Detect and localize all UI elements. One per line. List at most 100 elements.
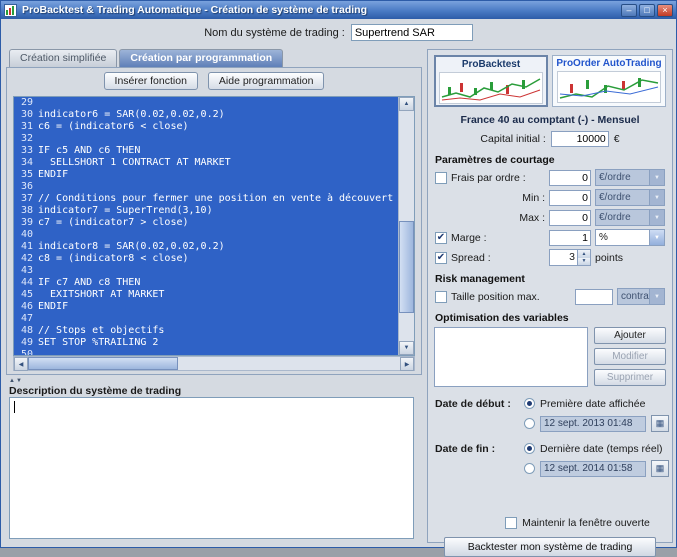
fees-max-input[interactable]	[549, 210, 591, 226]
splitter-arrows-icon[interactable]: ▲▼	[6, 378, 23, 384]
fees-input[interactable]	[549, 170, 591, 186]
panel-splitter[interactable]: ▲▼	[6, 377, 422, 385]
line-text: SELLSHORT 1 CONTRACT AT MARKET	[38, 157, 231, 169]
line-number: 49	[14, 337, 38, 349]
maximize-button[interactable]: □	[639, 4, 655, 17]
optimisation-section-title: Optimisation des variables	[435, 312, 666, 324]
keep-open-row: Maintenir la fenêtre ouverte	[434, 517, 666, 529]
line-text: // Stops et objectifs	[38, 325, 164, 337]
edit-variable-button[interactable]: Modifier	[594, 348, 666, 365]
spinner-up-icon[interactable]: ▲	[578, 250, 590, 258]
code-line: 30 indicator6 = SAR(0.02,0.02,0.2)	[14, 109, 398, 121]
add-variable-button[interactable]: Ajouter	[594, 327, 666, 344]
fees-min-input[interactable]	[549, 190, 591, 206]
insert-function-button[interactable]: Insérer fonction	[104, 72, 198, 90]
end-date-block: Date de fin : Dernière date (temps réel)…	[434, 440, 666, 477]
line-number: 35	[14, 169, 38, 181]
programming-help-button[interactable]: Aide programmation	[208, 72, 325, 90]
backtest-button[interactable]: Backtester mon système de trading	[444, 537, 656, 557]
line-number: 50	[14, 349, 38, 355]
line-number: 39	[14, 217, 38, 229]
product-switch: ProBacktest ProOrder AutoTrading	[434, 55, 666, 107]
chevron-down-icon: ▼	[649, 170, 664, 185]
scroll-down-icon[interactable]: ▼	[399, 341, 414, 355]
code-lines[interactable]: 29 30 indicator6 = SAR(0.02,0.02,0.2) 31…	[14, 97, 398, 355]
code-line: 43	[14, 265, 398, 277]
window-title: ProBacktest & Trading Automatique - Créa…	[22, 4, 619, 16]
start-date-field[interactable]: 12 sept. 2013 01:48	[540, 416, 646, 432]
scroll-right-icon[interactable]: ▶	[400, 357, 414, 371]
margin-unit-dropdown[interactable]: % ▼	[595, 229, 665, 246]
start-date-label: Date de début :	[435, 398, 519, 410]
fees-unit-dropdown[interactable]: €/ordre ▼	[595, 169, 665, 186]
editor-toolbar: Insérer fonction Aide programmation	[7, 68, 421, 90]
delete-variable-button[interactable]: Supprimer	[594, 369, 666, 386]
calendar-icon[interactable]: ▦	[651, 460, 669, 477]
fees-min-unit-dropdown[interactable]: €/ordre ▼	[595, 189, 665, 206]
capital-input[interactable]	[551, 131, 609, 147]
tab-creation-programmation[interactable]: Création par programmation	[119, 49, 283, 67]
code-line: 33 IF c5 AND c6 THEN	[14, 145, 398, 157]
end-last-date-option: Dernière date (temps réel)	[540, 443, 663, 455]
line-number: 31	[14, 121, 38, 133]
title-bar[interactable]: ProBacktest & Trading Automatique - Créa…	[1, 1, 676, 19]
code-line: 41 indicator8 = SAR(0.02,0.02,0.2)	[14, 241, 398, 253]
spread-checkbox[interactable]: ✔	[435, 252, 447, 264]
scroll-left-icon[interactable]: ◀	[14, 357, 28, 371]
calendar-icon[interactable]: ▦	[651, 415, 669, 432]
keep-open-label: Maintenir la fenêtre ouverte	[522, 517, 650, 529]
line-text: // Conditions pour fermer une position e…	[38, 193, 393, 205]
vertical-scroll-thumb[interactable]	[399, 221, 414, 313]
probacktest-chart-icon	[439, 72, 543, 104]
code-line: 40	[14, 229, 398, 241]
fees-max-unit-dropdown[interactable]: €/ordre ▼	[595, 209, 665, 226]
line-number: 42	[14, 253, 38, 265]
line-number: 36	[14, 181, 38, 193]
keep-open-checkbox[interactable]	[505, 517, 517, 529]
start-first-date-radio[interactable]	[524, 398, 535, 409]
spread-spinner[interactable]: 3 ▲ ▼	[549, 249, 591, 266]
margin-checkbox[interactable]: ✔	[435, 232, 447, 244]
fees-checkbox[interactable]	[435, 172, 447, 184]
line-number: 37	[14, 193, 38, 205]
fees-min-label: Min :	[522, 192, 545, 204]
proorder-autotrading-button[interactable]: ProOrder AutoTrading	[552, 55, 666, 107]
horizontal-scroll-thumb[interactable]	[28, 357, 178, 370]
start-custom-date-radio[interactable]	[524, 418, 535, 429]
line-number: 29	[14, 97, 38, 109]
code-line: 50	[14, 349, 398, 355]
close-button[interactable]: ×	[657, 4, 673, 17]
spread-label: Spread :	[451, 252, 491, 264]
code-line: 48 // Stops et objectifs	[14, 325, 398, 337]
line-text: indicator7 = SuperTrend(3,10)	[38, 205, 213, 217]
vertical-scrollbar[interactable]: ▲ ▼	[398, 97, 414, 355]
spinner-down-icon[interactable]: ▼	[578, 258, 590, 266]
spread-unit-label: points	[595, 252, 665, 264]
scroll-up-icon[interactable]: ▲	[399, 97, 414, 111]
tab-creation-simplifiee[interactable]: Création simplifiée	[9, 49, 117, 67]
code-line: 35 ENDIF	[14, 169, 398, 181]
fees-min-row: Min : €/ordre ▼	[435, 189, 665, 206]
creation-tabs: Création simplifiée Création par program…	[9, 49, 283, 67]
line-number: 40	[14, 229, 38, 241]
position-size-input[interactable]	[575, 289, 613, 305]
end-last-date-radio[interactable]	[524, 443, 535, 454]
line-number: 43	[14, 265, 38, 277]
horizontal-scrollbar[interactable]: ◀ ▶	[13, 356, 415, 371]
system-name-input[interactable]	[351, 24, 473, 41]
position-size-unit-dropdown[interactable]: contrats ▼	[617, 288, 665, 305]
position-size-checkbox[interactable]	[435, 291, 447, 303]
capital-currency: €	[614, 133, 620, 145]
description-textarea[interactable]	[9, 397, 414, 539]
probacktest-button[interactable]: ProBacktest	[434, 55, 548, 107]
end-date-label: Date de fin :	[435, 443, 519, 455]
margin-input[interactable]	[549, 230, 591, 246]
minimize-button[interactable]: –	[621, 4, 637, 17]
code-editor[interactable]: 29 30 indicator6 = SAR(0.02,0.02,0.2) 31…	[13, 96, 415, 356]
line-text: ENDIF	[38, 301, 68, 313]
line-text: c6 = (indicator6 < close)	[38, 121, 189, 133]
variables-listbox[interactable]	[434, 327, 588, 387]
line-number: 38	[14, 205, 38, 217]
end-date-field[interactable]: 12 sept. 2014 01:58	[540, 461, 646, 477]
end-custom-date-radio[interactable]	[524, 463, 535, 474]
